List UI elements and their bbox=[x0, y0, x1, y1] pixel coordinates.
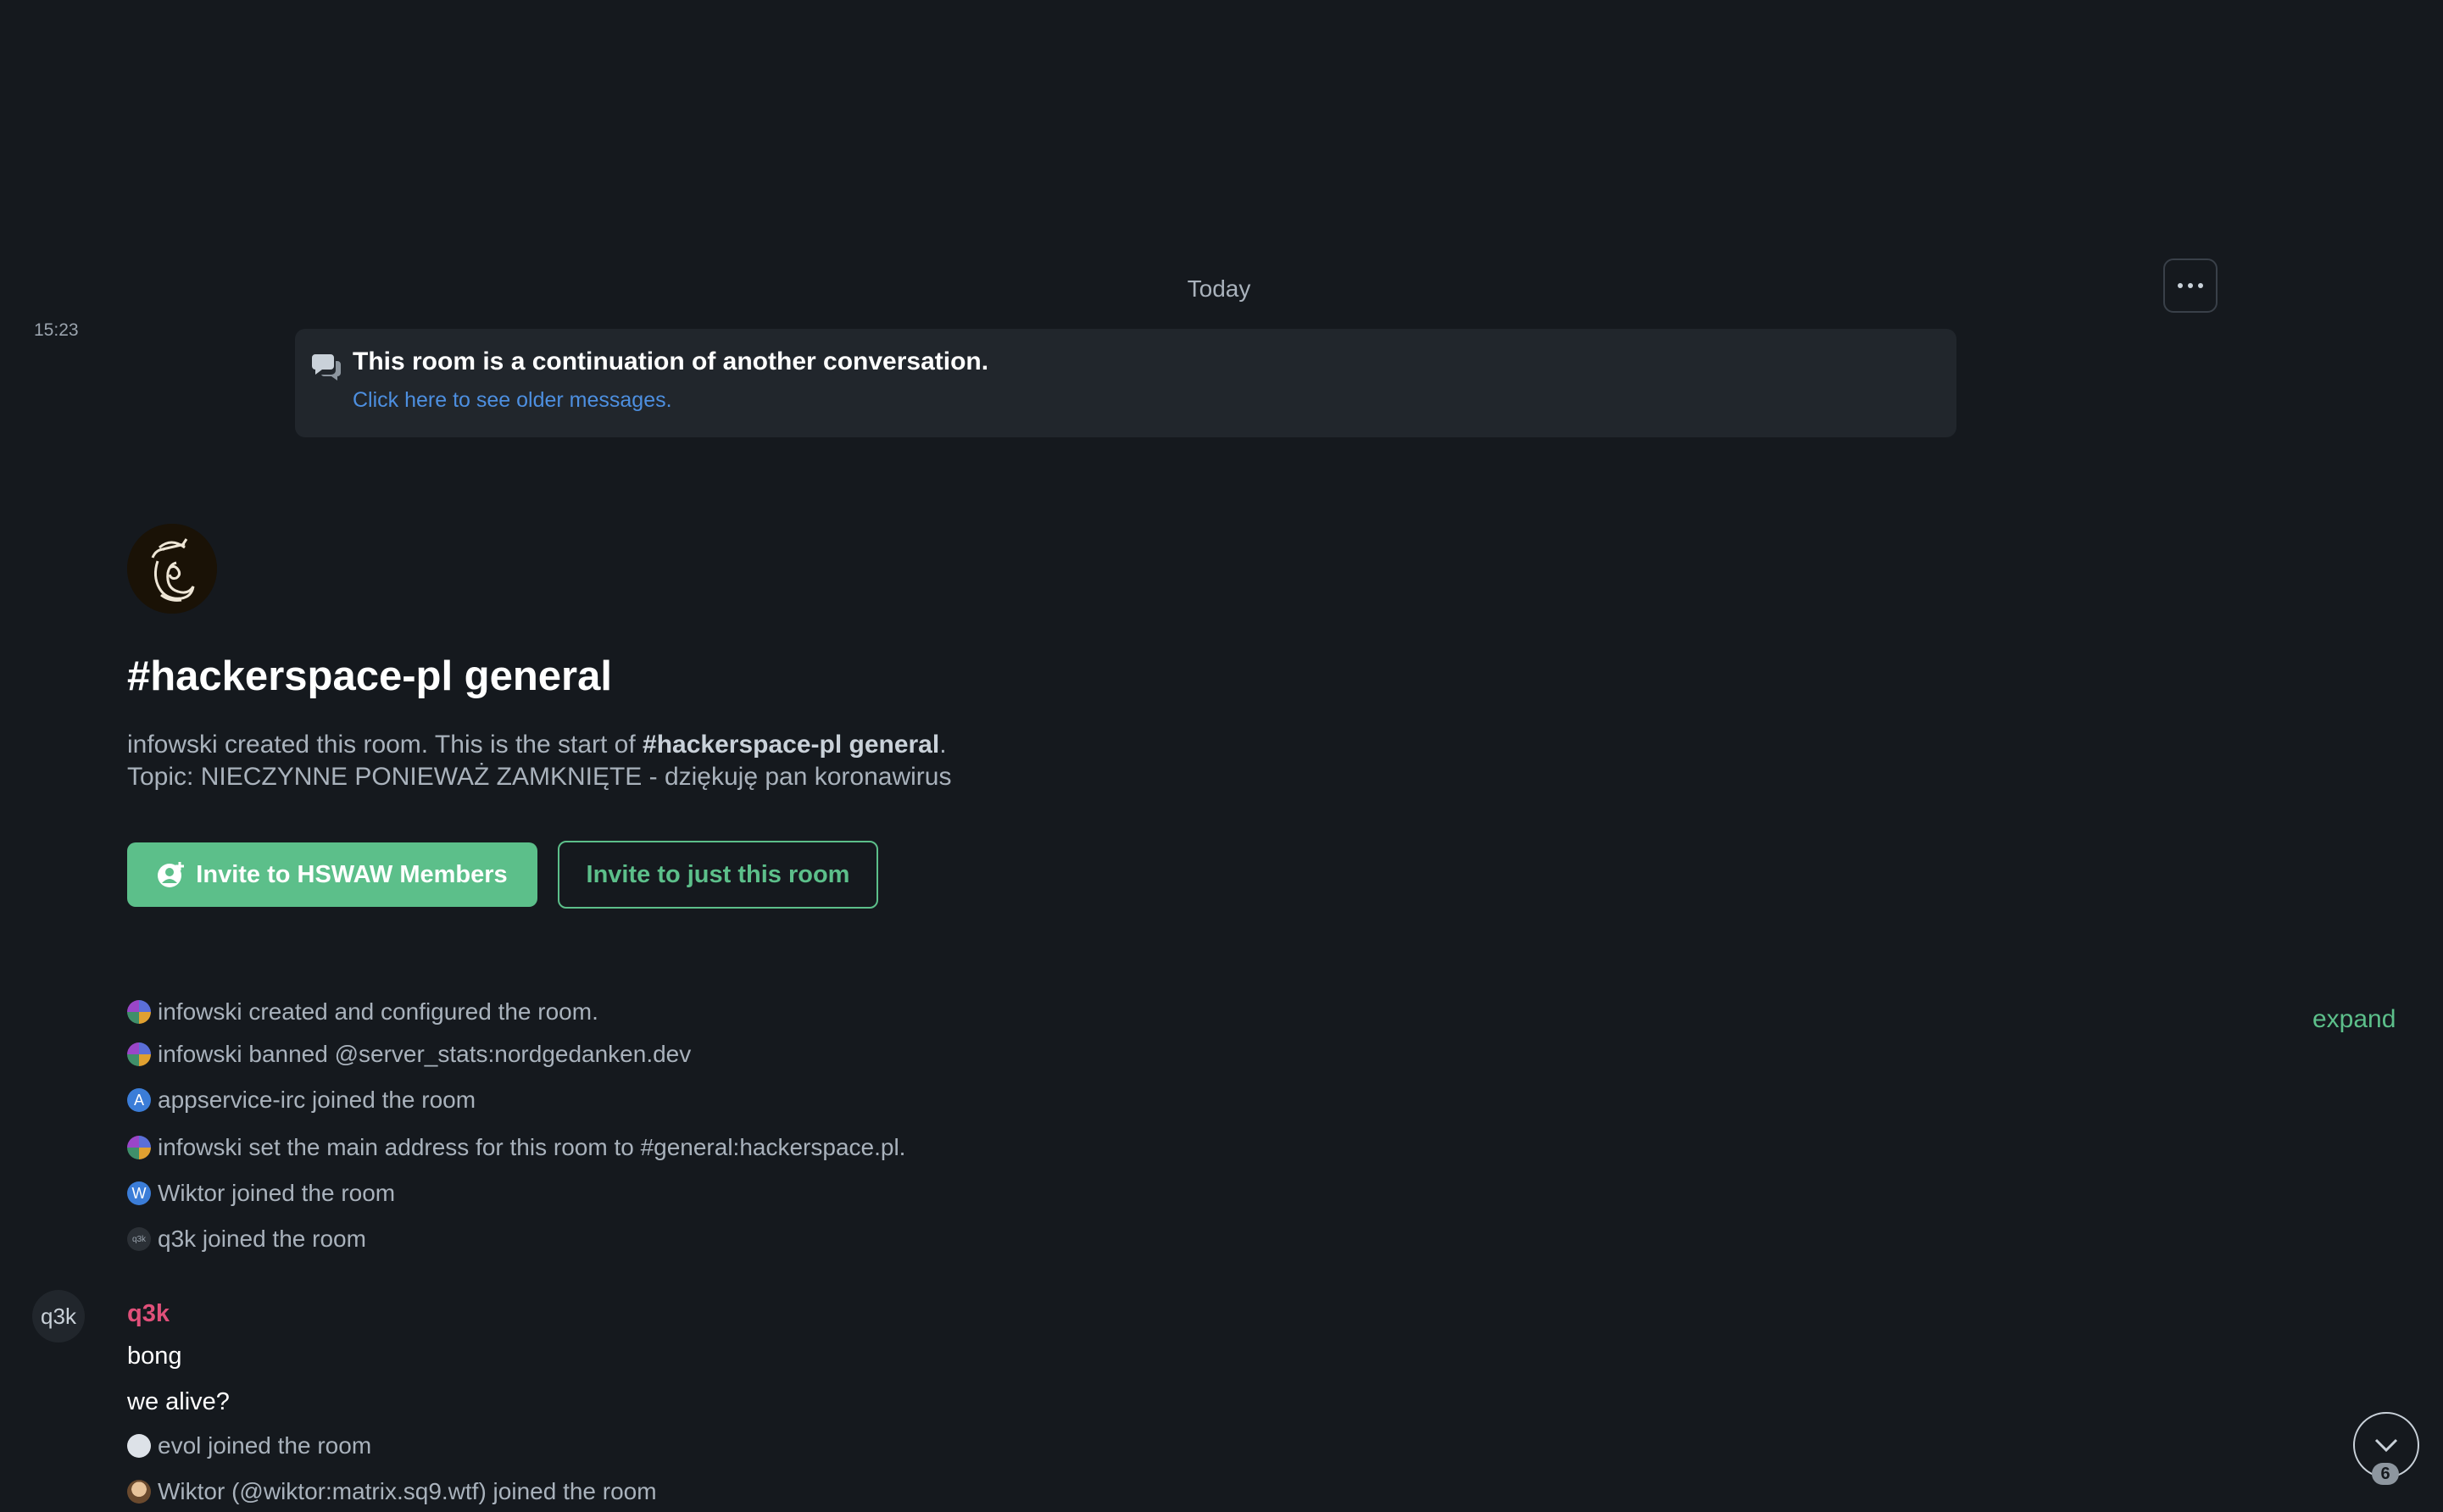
user-avatar[interactable]: A bbox=[127, 1088, 151, 1112]
sender-avatar[interactable]: q3k bbox=[32, 1290, 85, 1342]
room-avatar[interactable] bbox=[127, 524, 217, 614]
room-intro-text: infowski created this room. This is the … bbox=[127, 731, 947, 759]
user-avatar[interactable] bbox=[127, 1136, 151, 1159]
chat-bubbles-icon bbox=[312, 354, 341, 381]
sender-name[interactable]: q3k bbox=[127, 1300, 170, 1328]
room-timeline: Today 15:23 This room is a continuation … bbox=[0, 0, 2443, 1512]
user-avatar[interactable]: q3k bbox=[127, 1227, 151, 1251]
ellipsis-icon bbox=[2178, 283, 2183, 288]
membership-event: W Wiktor joined the room bbox=[127, 1180, 395, 1207]
membership-event: Wiktor (@wiktor:matrix.sq9.wtf) joined t… bbox=[127, 1478, 657, 1505]
user-avatar[interactable] bbox=[127, 1000, 151, 1024]
user-avatar[interactable] bbox=[127, 1434, 151, 1458]
room-topic: Topic: NIECZYNNE PONIEWAŻ ZAMKNIĘTE - dz… bbox=[127, 763, 952, 791]
membership-event: infowski set the main address for this r… bbox=[127, 1134, 905, 1161]
expand-events-link[interactable]: expand bbox=[2312, 1005, 2396, 1034]
user-avatar[interactable]: W bbox=[127, 1181, 151, 1205]
invite-to-space-button[interactable]: Invite to HSWAW Members bbox=[127, 842, 537, 907]
membership-event: q3k q3k joined the room bbox=[127, 1226, 366, 1253]
membership-event: infowski banned @server_stats:nordgedank… bbox=[127, 1041, 691, 1068]
continuation-title: This room is a continuation of another c… bbox=[353, 347, 989, 375]
older-messages-link[interactable]: Click here to see older messages. bbox=[353, 388, 672, 413]
hackerspace-logo-icon bbox=[127, 524, 217, 614]
membership-event: evol joined the room bbox=[127, 1432, 371, 1459]
date-separator: Today bbox=[1187, 275, 1251, 302]
room-continuation-notice: This room is a continuation of another c… bbox=[295, 329, 1956, 437]
membership-event: A appservice-irc joined the room bbox=[127, 1087, 476, 1114]
message-body: bong bbox=[127, 1342, 182, 1370]
user-avatar[interactable] bbox=[127, 1042, 151, 1066]
room-intro-name: #hackerspace-pl general bbox=[643, 731, 940, 759]
invite-to-room-button[interactable]: Invite to just this room bbox=[558, 841, 878, 909]
room-options-button[interactable] bbox=[2163, 258, 2218, 313]
add-user-icon bbox=[158, 862, 185, 887]
room-name-heading: #hackerspace-pl general bbox=[127, 653, 612, 699]
event-timestamp: 15:23 bbox=[34, 320, 79, 340]
chevron-down-icon bbox=[2374, 1438, 2398, 1453]
message-body: we alive? bbox=[127, 1388, 230, 1415]
membership-event: infowski created and configured the room… bbox=[127, 998, 598, 1026]
user-avatar[interactable] bbox=[127, 1480, 151, 1504]
unread-count-badge: 6 bbox=[2372, 1463, 2399, 1485]
